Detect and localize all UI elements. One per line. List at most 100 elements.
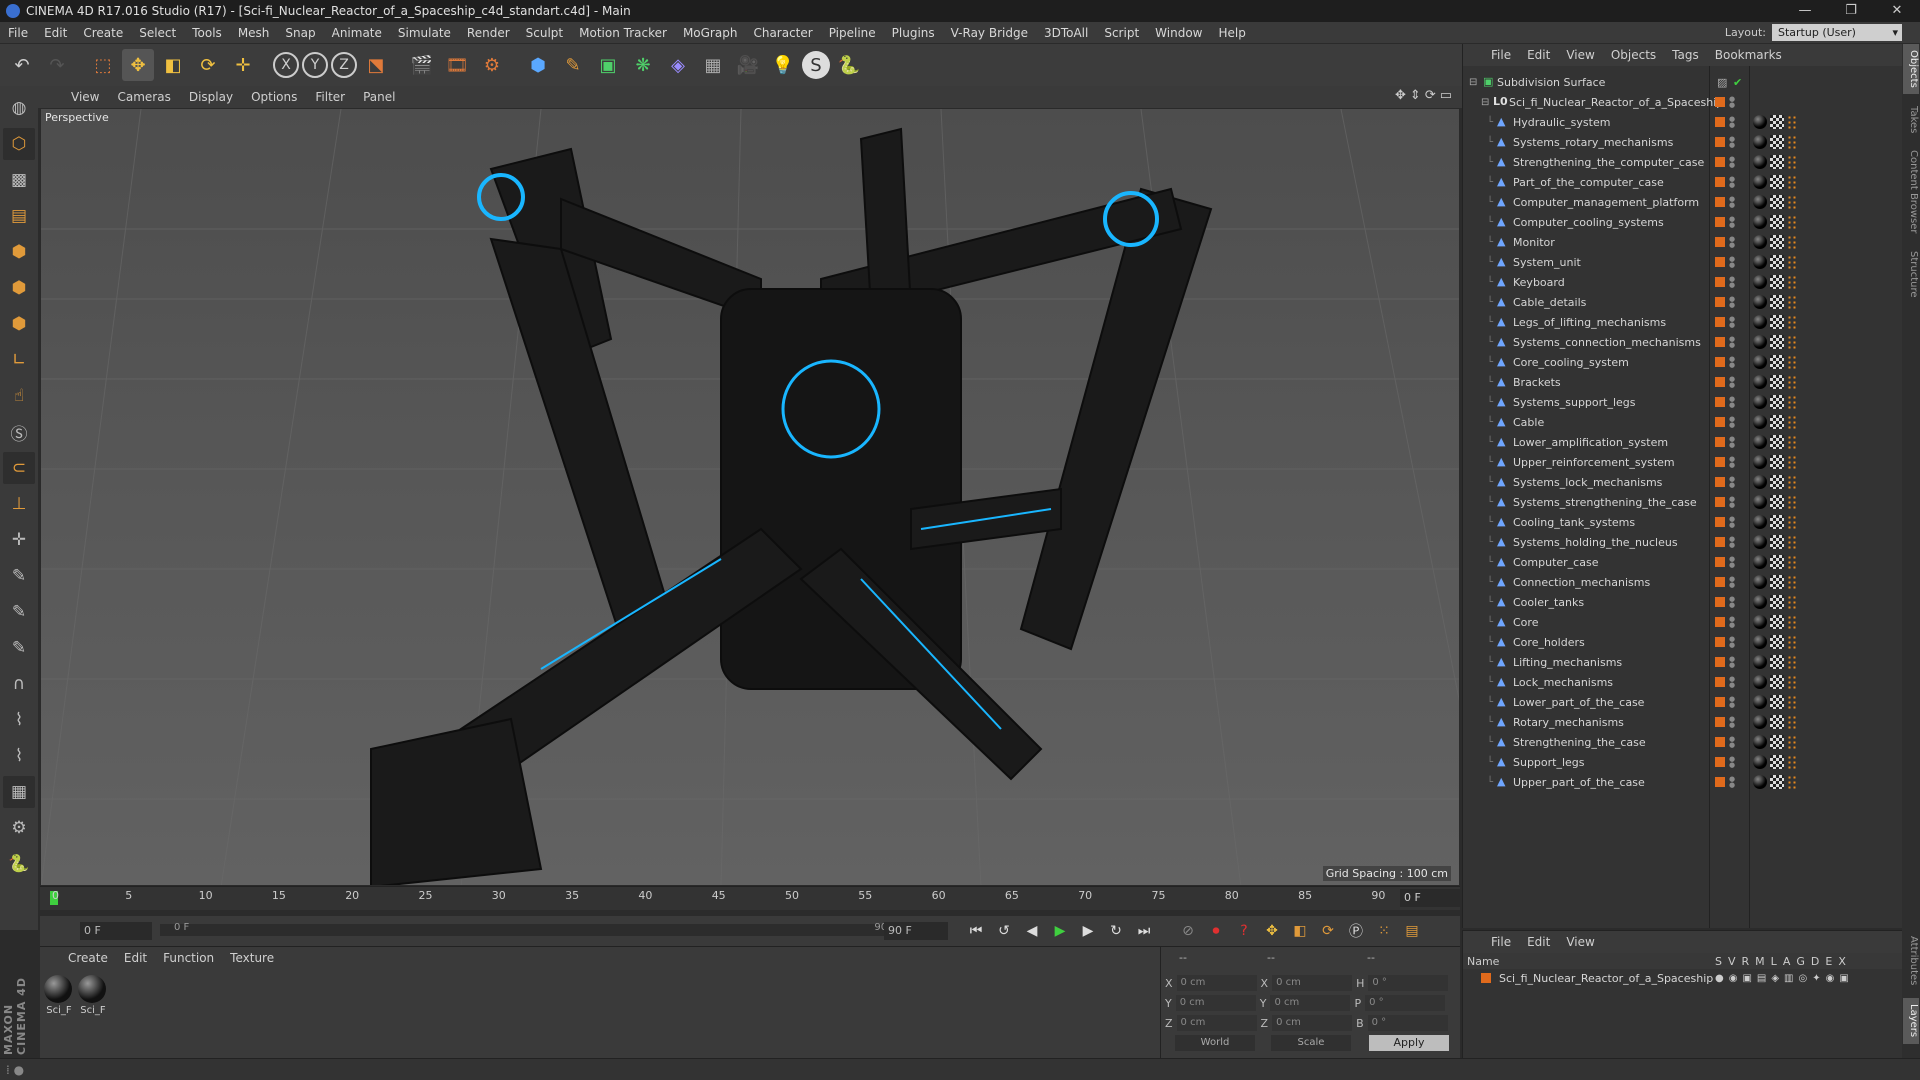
texture-tag-icon[interactable] (1770, 155, 1784, 169)
object-row[interactable]: └ ▲ Strengthening_the_case ● ● (1463, 732, 1903, 752)
phong-tag-icon[interactable] (1787, 435, 1797, 449)
menu-edit[interactable]: Edit (36, 26, 75, 40)
material-tag-icon[interactable] (1753, 135, 1767, 149)
scale-icon[interactable]: ◧ (157, 49, 189, 81)
object-row[interactable]: └ ▲ Hydraulic_system ● ● (1463, 112, 1903, 132)
texture-tag-icon[interactable] (1770, 415, 1784, 429)
material-tag-icon[interactable] (1753, 775, 1767, 789)
enabled-check-icon[interactable]: ✔ (1733, 76, 1742, 89)
visibility-dots-icon[interactable]: ● ● (1729, 396, 1735, 409)
texture-tag-icon[interactable] (1770, 335, 1784, 349)
layer-color-swatch[interactable] (1715, 657, 1725, 667)
texture-tag-icon[interactable] (1770, 355, 1784, 369)
edit-toggle-icon[interactable]: ▨ (1717, 76, 1727, 89)
visibility-dots-icon[interactable]: ● ● (1729, 276, 1735, 289)
layer-color-swatch[interactable] (1715, 557, 1725, 567)
object-row[interactable]: └ ▲ Part_of_the_computer_case ● ● (1463, 172, 1903, 192)
layer-menu-file[interactable]: File (1483, 935, 1519, 949)
texture-tag-icon[interactable] (1770, 675, 1784, 689)
object-row[interactable]: └ ▲ Computer_cooling_systems ● ● (1463, 212, 1903, 232)
collapse-icon[interactable]: ⊟ (1481, 97, 1489, 108)
tab-layers[interactable]: Layers (1903, 998, 1919, 1044)
material-tag-icon[interactable] (1753, 155, 1767, 169)
size-x-field[interactable]: 0 cm (1272, 975, 1353, 991)
phong-tag-icon[interactable] (1787, 515, 1797, 529)
grid-lock-icon[interactable]: ▦ (3, 776, 35, 808)
material-tag-icon[interactable] (1753, 295, 1767, 309)
layer-col-m[interactable]: M (1755, 955, 1765, 968)
material-tag-icon[interactable] (1753, 175, 1767, 189)
texture-tag-icon[interactable] (1770, 255, 1784, 269)
layer-color-swatch[interactable] (1715, 137, 1725, 147)
material-tag-icon[interactable] (1753, 435, 1767, 449)
object-row[interactable]: └ ▲ Strengthening_the_computer_case ● ● (1463, 152, 1903, 172)
transform-icon[interactable]: ✛ (227, 49, 259, 81)
layer-col-l[interactable]: L (1771, 955, 1777, 968)
layer-toggle-icons[interactable]: ●◉▣▤◈▥◎✦◉▣ (1715, 973, 1854, 984)
layer-color-swatch[interactable] (1715, 777, 1725, 787)
deformer-icon[interactable]: ◈ (662, 49, 694, 81)
visibility-dots-icon[interactable]: ● ● (1729, 316, 1735, 329)
layer-col-e[interactable]: E (1825, 955, 1832, 968)
layout-dropdown[interactable]: Startup (User) (1772, 24, 1902, 41)
visibility-dots-icon[interactable]: ● ● (1729, 476, 1735, 489)
phong-tag-icon[interactable] (1787, 175, 1797, 189)
layer-color-swatch[interactable] (1715, 157, 1725, 167)
layer-col-r[interactable]: R (1742, 955, 1750, 968)
layer-color-swatch[interactable] (1715, 277, 1725, 287)
visibility-dots-icon[interactable]: ● ● (1729, 636, 1735, 649)
material-tag-icon[interactable] (1753, 515, 1767, 529)
object-row[interactable]: └ ▲ Core ● ● (1463, 612, 1903, 632)
material-menu-function[interactable]: Function (155, 951, 222, 965)
layer-col-a[interactable]: A (1783, 955, 1791, 968)
visibility-dots-icon[interactable]: ● ● (1729, 736, 1735, 749)
material-tag-icon[interactable] (1753, 315, 1767, 329)
motion-record-icon[interactable]: ⊘ (1176, 920, 1200, 942)
phong-tag-icon[interactable] (1787, 335, 1797, 349)
material-swatch[interactable]: Sci_F (44, 975, 74, 1016)
brush-icon[interactable]: ✎ (3, 632, 35, 664)
rotation-h-field[interactable]: 0 ° (1368, 975, 1449, 991)
phong-tag-icon[interactable] (1787, 715, 1797, 729)
make-editable-icon[interactable]: ◍ (3, 92, 35, 124)
visibility-dots-icon[interactable]: ● ● (1729, 576, 1735, 589)
texture-tag-icon[interactable] (1770, 375, 1784, 389)
live-selection-icon[interactable]: ⬚ (87, 49, 119, 81)
snap-icon[interactable]: ⊂ (3, 452, 35, 484)
viewport-menu-panel[interactable]: Panel (354, 90, 404, 104)
material-tag-icon[interactable] (1753, 635, 1767, 649)
phong-tag-icon[interactable] (1787, 535, 1797, 549)
menu-help[interactable]: Help (1210, 26, 1253, 40)
layer-color-swatch[interactable] (1481, 973, 1491, 983)
menu-3dtoall[interactable]: 3DToAll (1036, 26, 1096, 40)
edges-mode-icon[interactable]: ⬢ (3, 272, 35, 304)
minimize-button[interactable]: — (1782, 0, 1828, 22)
visibility-dots-icon[interactable]: ● ● (1729, 716, 1735, 729)
edit-render-settings-icon[interactable]: ⚙ (476, 49, 508, 81)
object-menu-tags[interactable]: Tags (1664, 48, 1707, 62)
quantize-icon[interactable]: ⊥ (3, 488, 35, 520)
tab-content-browser[interactable]: Content Browser (1903, 144, 1919, 240)
visibility-dots-icon[interactable]: ● ● (1729, 416, 1735, 429)
layer-color-swatch[interactable] (1715, 717, 1725, 727)
position-x-field[interactable]: 0 cm (1176, 975, 1257, 991)
layer-color-swatch[interactable] (1715, 377, 1725, 387)
size-y-field[interactable]: 0 cm (1270, 995, 1351, 1011)
phong-tag-icon[interactable] (1787, 415, 1797, 429)
object-menu-objects[interactable]: Objects (1603, 48, 1664, 62)
menu-character[interactable]: Character (745, 26, 820, 40)
layer-color-swatch[interactable] (1715, 497, 1725, 507)
menu-window[interactable]: Window (1147, 26, 1210, 40)
menu-file[interactable]: File (0, 26, 36, 40)
layer-color-swatch[interactable] (1715, 257, 1725, 267)
object-row[interactable]: └ ▲ Lower_part_of_the_case ● ● (1463, 692, 1903, 712)
visibility-dots-icon[interactable]: ● ● (1729, 656, 1735, 669)
close-button[interactable]: ✕ (1874, 0, 1920, 22)
visibility-dots-icon[interactable]: ● ● (1729, 456, 1735, 469)
menu-pipeline[interactable]: Pipeline (821, 26, 884, 40)
visibility-dots-icon[interactable]: ● ● (1729, 616, 1735, 629)
object-row[interactable]: └ ▲ Support_legs ● ● (1463, 752, 1903, 772)
texture-tag-icon[interactable] (1770, 575, 1784, 589)
object-row[interactable]: └ ▲ Brackets ● ● (1463, 372, 1903, 392)
material-tag-icon[interactable] (1753, 415, 1767, 429)
